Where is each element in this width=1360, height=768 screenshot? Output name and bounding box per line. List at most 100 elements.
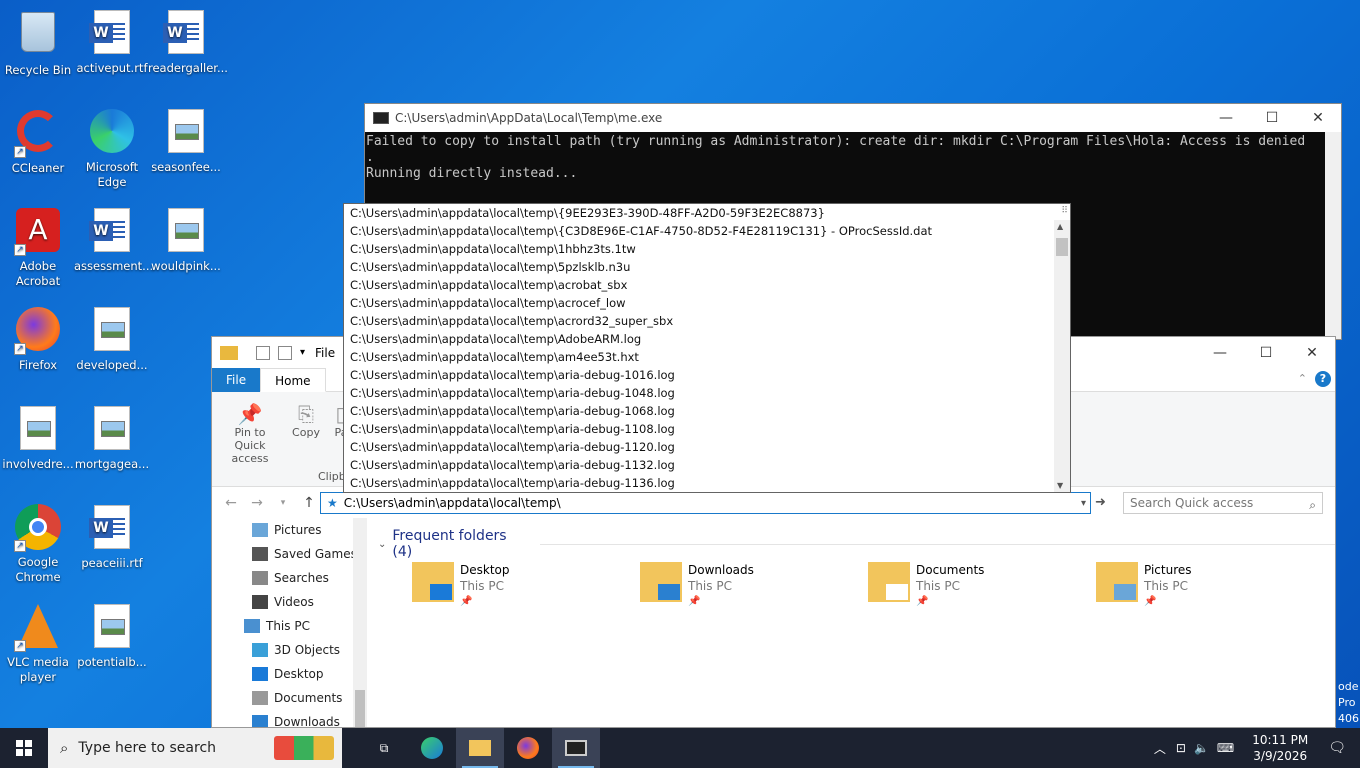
desktop-icon-item[interactable]: Microsoft Edge <box>74 107 150 190</box>
autocomplete-item[interactable]: C:\Users\admin\appdata\local\temp\aria-d… <box>344 456 1070 474</box>
desktop-icon-item[interactable]: potentialb... <box>74 602 150 670</box>
autocomplete-scrollbar[interactable]: ▲ ▼ <box>1054 220 1070 492</box>
documents-icon <box>252 691 268 705</box>
nav-item[interactable]: 3D Objects <box>212 638 367 662</box>
autocomplete-item[interactable]: C:\Users\admin\appdata\local\temp\{C3D8E… <box>344 222 1070 240</box>
autocomplete-item[interactable]: C:\Users\admin\appdata\local\temp\acroce… <box>344 294 1070 312</box>
taskbar-edge[interactable] <box>408 728 456 768</box>
autocomplete-item[interactable]: C:\Users\admin\appdata\local\temp\AdobeA… <box>344 330 1070 348</box>
go-arrow-icon[interactable]: ➜ <box>1095 495 1106 510</box>
desktop-icon-item[interactable]: Wreadergaller... <box>148 8 228 76</box>
taskbar-firefox[interactable] <box>504 728 552 768</box>
desktop-icon-item[interactable]: mortgagea... <box>74 404 150 472</box>
taskbar-console[interactable] <box>552 728 600 768</box>
address-bar[interactable]: ★ C:\Users\admin\appdata\local\temp\ ▾ <box>320 492 1091 514</box>
autocomplete-item[interactable]: C:\Users\admin\appdata\local\temp\{9EE29… <box>344 204 1070 222</box>
maximize-button[interactable]: ☐ <box>1249 104 1295 132</box>
autocomplete-item[interactable]: C:\Users\admin\appdata\local\temp\5pzlsk… <box>344 258 1070 276</box>
ribbon-collapse-icon[interactable]: ⌃ <box>1298 372 1307 385</box>
minimize-button[interactable]: — <box>1197 337 1243 368</box>
scroll-thumb[interactable] <box>1056 238 1068 256</box>
nav-item[interactable]: Searches <box>212 566 367 590</box>
folder-tile[interactable]: Pictures This PC 📌 <box>1096 562 1296 612</box>
nav-item[interactable]: Documents <box>212 686 367 710</box>
address-autocomplete-list[interactable]: C:\Users\admin\appdata\local\temp\{9EE29… <box>343 203 1071 493</box>
new-folder-icon[interactable] <box>278 345 292 360</box>
nav-item[interactable]: Videos <box>212 590 367 614</box>
up-icon[interactable]: ↑ <box>296 495 322 511</box>
folder-tile[interactable]: Documents This PC 📌 <box>868 562 1068 612</box>
network-icon[interactable]: ⊡ <box>1176 741 1186 755</box>
desktop-icon-item[interactable]: A ↗ Adobe Acrobat <box>0 206 76 289</box>
tab-home[interactable]: Home <box>260 367 326 392</box>
forward-icon[interactable]: → <box>244 495 270 511</box>
maximize-button[interactable]: ☐ <box>1243 337 1289 368</box>
nav-item[interactable]: Downloads <box>212 710 367 727</box>
notifications-icon[interactable]: 🗨 <box>1328 740 1346 756</box>
autocomplete-item[interactable]: C:\Users\admin\appdata\local\temp\aria-d… <box>344 402 1070 420</box>
copy-button[interactable]: ⎘ Copy <box>288 402 324 439</box>
taskbar-file-explorer[interactable] <box>456 728 504 768</box>
pin-quick-access-button[interactable]: 📌 Pin to Quick access <box>218 402 282 465</box>
search-input[interactable]: Search Quick access ⌕ <box>1123 492 1323 514</box>
desktop-icon-item[interactable]: ↗ CCleaner <box>0 107 76 176</box>
address-dropdown-icon[interactable]: ▾ <box>1081 498 1086 509</box>
console-titlebar[interactable]: C:\Users\admin\AppData\Local\Temp\me.exe <box>365 104 1341 132</box>
desktop-icon-item[interactable]: Wassessment... <box>74 206 153 274</box>
explorer-title: File <box>315 345 336 360</box>
clock[interactable]: 10:11 PM 3/9/2026 <box>1252 732 1308 764</box>
close-button[interactable]: ✕ <box>1295 104 1341 132</box>
start-button[interactable] <box>0 728 48 768</box>
nav-item[interactable]: Saved Games <box>212 542 367 566</box>
autocomplete-item[interactable]: C:\Users\admin\appdata\local\temp\aria-d… <box>344 438 1070 456</box>
volume-icon[interactable]: 🔈 <box>1194 741 1209 755</box>
autocomplete-item[interactable]: C:\Users\admin\appdata\local\temp\acroba… <box>344 276 1070 294</box>
ccleaner-icon: ↗ <box>14 110 62 158</box>
nav-item[interactable]: Pictures <box>212 518 367 542</box>
nav-scroll-thumb[interactable] <box>355 690 365 727</box>
recent-locations-icon[interactable]: ▾ <box>270 498 296 508</box>
desktop-icon-item[interactable]: Wactiveput.rtf <box>74 8 150 76</box>
scroll-up-icon[interactable]: ▲ <box>1057 222 1063 231</box>
scroll-down-icon[interactable]: ▼ <box>1057 481 1063 490</box>
address-input[interactable]: C:\Users\admin\appdata\local\temp\ <box>344 496 561 510</box>
desktop-icon-item[interactable]: ↗ VLC media player <box>0 602 76 685</box>
nav-scrollbar[interactable] <box>353 518 367 727</box>
autocomplete-item[interactable]: C:\Users\admin\appdata\local\temp\1hbhz3… <box>344 240 1070 258</box>
frequent-folders-header[interactable]: ⌄ Frequent folders (4) <box>378 528 1335 560</box>
task-view-button[interactable]: ⧉ <box>360 728 408 768</box>
console-scrollbar[interactable] <box>1325 132 1341 339</box>
autocomplete-item[interactable]: C:\Users\admin\appdata\local\temp\aria-d… <box>344 366 1070 384</box>
autocomplete-item[interactable]: C:\Users\admin\appdata\local\temp\aria-d… <box>344 420 1070 438</box>
input-icon[interactable]: ⌨ <box>1217 741 1234 755</box>
autocomplete-item[interactable]: C:\Users\admin\appdata\local\temp\am4ee5… <box>344 348 1070 366</box>
desktop-icon-item[interactable]: seasonfee... <box>148 107 224 175</box>
desktop-icon-item[interactable]: ↗ Google Chrome <box>0 503 76 585</box>
desktop-icon-item[interactable]: Wpeaceiii.rtf <box>74 503 150 571</box>
folder-tile[interactable]: Desktop This PC 📌 <box>412 562 612 612</box>
desktop-icon-item[interactable]: wouldpink... <box>148 206 224 274</box>
nav-item[interactable]: This PC <box>212 614 367 638</box>
customize-qat-icon[interactable]: ▾ <box>300 347 305 358</box>
autocomplete-item[interactable]: C:\Users\admin\appdata\local\temp\acrord… <box>344 312 1070 330</box>
tab-file[interactable]: File <box>212 367 261 392</box>
back-icon[interactable]: ← <box>218 495 244 511</box>
folder-tile[interactable]: Downloads This PC 📌 <box>640 562 840 612</box>
chevron-up-icon[interactable]: ︿ <box>1154 740 1166 757</box>
nav-item[interactable]: Desktop <box>212 662 367 686</box>
autocomplete-item[interactable]: C:\Users\admin\appdata\local\temp\aria-d… <box>344 474 1070 492</box>
acrobat-icon: A ↗ <box>14 208 62 256</box>
autocomplete-item[interactable]: C:\Users\admin\appdata\local\temp\aria-d… <box>344 384 1070 402</box>
resize-grip-icon[interactable]: ⠿ <box>1061 206 1068 216</box>
desktop-icon-item[interactable]: Recycle Bin <box>0 8 76 78</box>
help-icon[interactable]: ? <box>1315 371 1331 387</box>
desktop-icon-item[interactable]: involvedre... <box>0 404 76 472</box>
edge-text-3: 406 <box>1338 712 1359 725</box>
close-button[interactable]: ✕ <box>1289 337 1335 368</box>
desktop-icon-item[interactable]: developed... <box>74 305 150 373</box>
minimize-button[interactable]: — <box>1203 104 1249 132</box>
properties-icon[interactable] <box>256 345 270 360</box>
desktop-icon-item[interactable]: ↗ Firefox <box>0 305 76 373</box>
taskbar-search[interactable]: ⌕ Type here to search <box>48 728 342 768</box>
edge-text-1: ode <box>1338 680 1359 693</box>
